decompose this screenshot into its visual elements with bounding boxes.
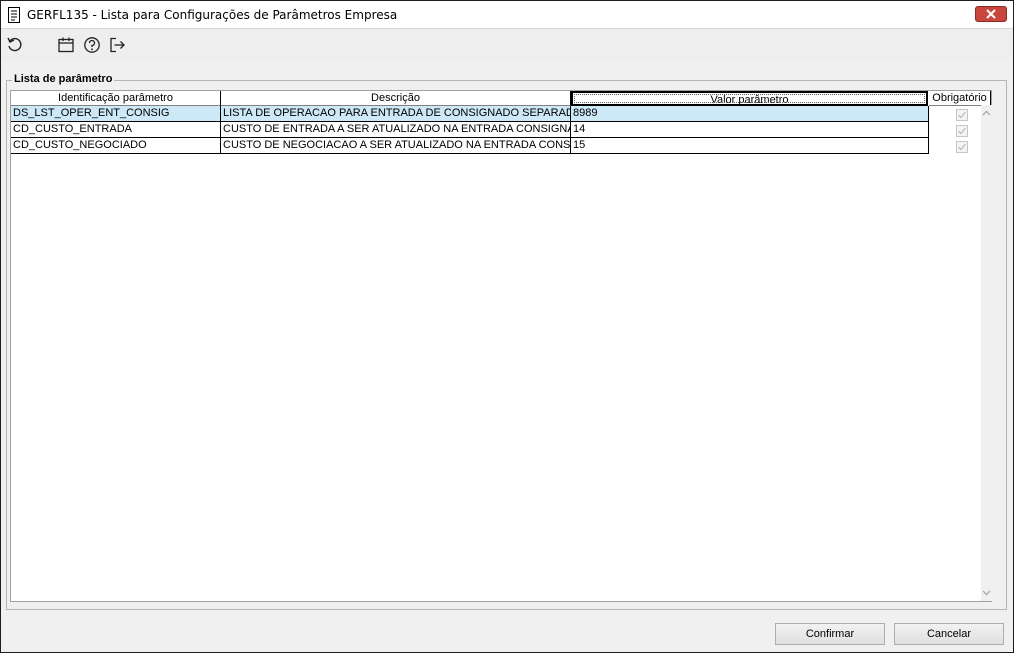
document-icon	[7, 7, 21, 23]
cell-descricao[interactable]: CUSTO DE NEGOCIACAO A SER ATUALIZADO NA …	[221, 138, 571, 154]
column-header-id[interactable]: Identificação parâmetro	[11, 91, 221, 106]
column-header-obrigatorio[interactable]: Obrigatório	[929, 91, 991, 106]
vertical-scrollbar[interactable]	[981, 105, 992, 601]
cell-descricao[interactable]: LISTA DE OPERACAO PARA ENTRADA DE CONSIG…	[221, 106, 571, 122]
obrigatorio-checkbox	[956, 109, 968, 121]
dialog-window: GERFL135 - Lista para Configurações de P…	[0, 0, 1014, 653]
scroll-down-icon[interactable]	[982, 588, 991, 597]
help-button[interactable]	[82, 35, 102, 55]
title-bar[interactable]: GERFL135 - Lista para Configurações de P…	[1, 1, 1013, 29]
exit-button[interactable]	[107, 35, 127, 55]
toolbar	[1, 29, 1013, 59]
check-icon	[958, 127, 967, 135]
column-header-descricao[interactable]: Descrição	[221, 91, 571, 106]
group-label: Lista de parâmetro	[12, 73, 115, 85]
close-icon	[986, 9, 996, 19]
scroll-up-icon[interactable]	[982, 109, 991, 118]
check-icon	[958, 143, 967, 151]
close-button[interactable]	[975, 6, 1007, 22]
table-row[interactable]: DS_LST_OPER_ENT_CONSIG LISTA DE OPERACAO…	[11, 106, 929, 122]
window-title: GERFL135 - Lista para Configurações de P…	[27, 8, 398, 22]
table-row[interactable]: CD_CUSTO_ENTRADA CUSTO DE ENTRADA A SER …	[11, 122, 929, 138]
refresh-icon	[7, 37, 22, 52]
table-row[interactable]: CD_CUSTO_NEGOCIADO CUSTO DE NEGOCIACAO A…	[11, 138, 929, 154]
cell-id[interactable]: CD_CUSTO_ENTRADA	[11, 122, 221, 138]
exit-icon	[110, 37, 125, 53]
cell-valor[interactable]: 14	[571, 122, 929, 138]
refresh-button[interactable]	[5, 35, 25, 55]
obrigatorio-checkbox	[956, 141, 968, 153]
obrigatorio-checkbox	[956, 125, 968, 137]
cell-valor[interactable]: 15	[571, 138, 929, 154]
calendar-button[interactable]	[56, 35, 76, 55]
column-header-valor[interactable]: Valor parâmetro	[571, 91, 928, 106]
confirm-button[interactable]: Confirmar	[775, 623, 885, 645]
calendar-icon	[58, 37, 74, 53]
cell-id[interactable]: DS_LST_OPER_ENT_CONSIG	[11, 106, 221, 122]
help-icon	[84, 37, 100, 53]
check-icon	[958, 111, 967, 119]
cell-descricao[interactable]: CUSTO DE ENTRADA A SER ATUALIZADO NA ENT…	[221, 122, 571, 138]
cell-valor[interactable]: 8989	[571, 106, 929, 122]
cell-id[interactable]: CD_CUSTO_NEGOCIADO	[11, 138, 221, 154]
cancel-button[interactable]: Cancelar	[894, 623, 1004, 645]
parameter-grid[interactable]: Identificação parâmetro Descrição Valor …	[10, 90, 992, 602]
